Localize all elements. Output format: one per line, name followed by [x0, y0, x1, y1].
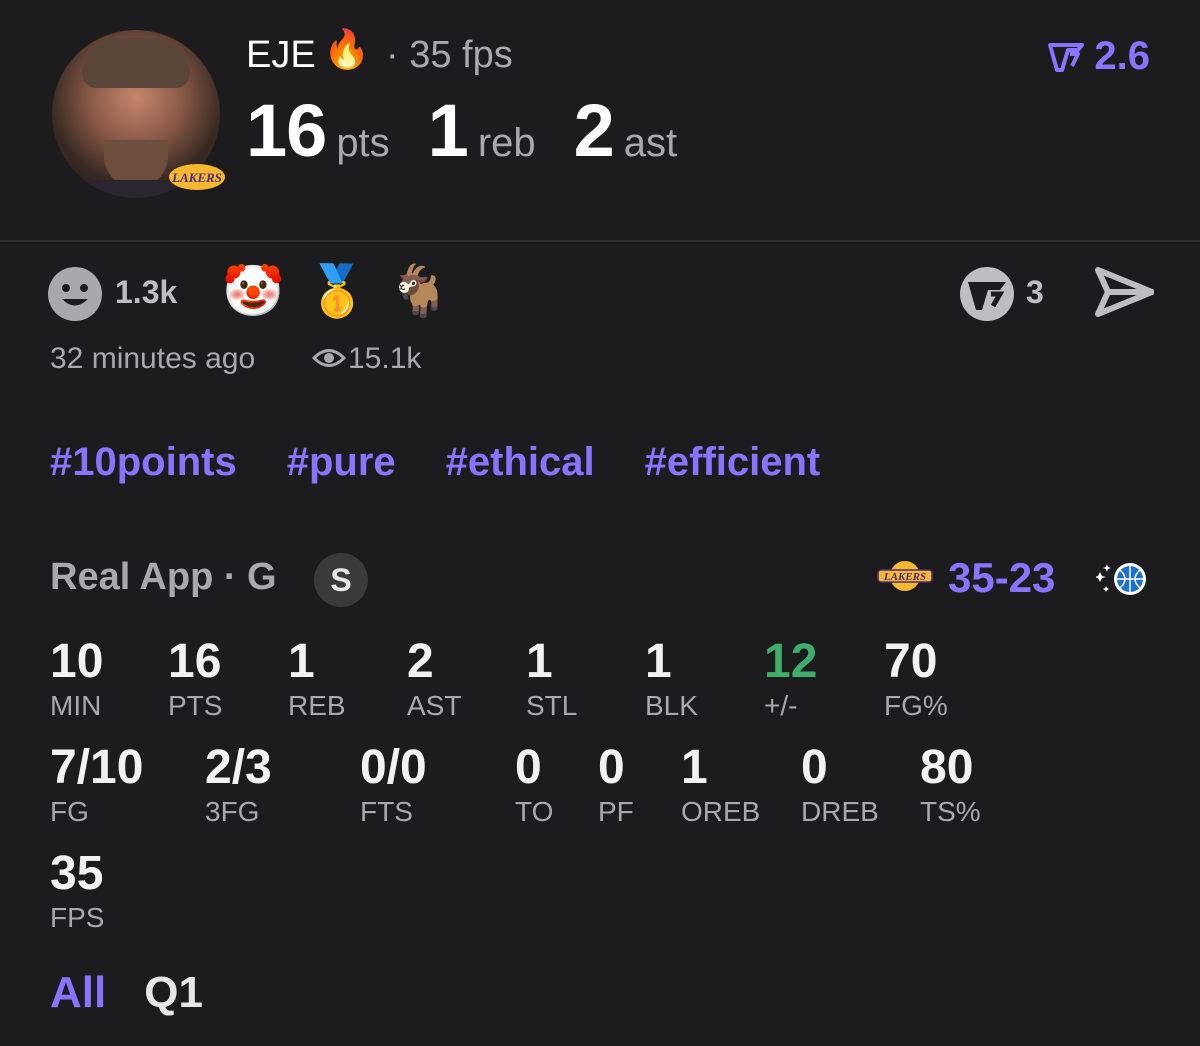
headline-pts-value: 16: [246, 89, 327, 172]
stat-to: 0 TO: [515, 741, 554, 827]
stat-reb: 1 REB: [288, 635, 346, 721]
post-time: 32 minutes ago: [50, 342, 256, 375]
shield-count: 3: [1026, 274, 1044, 310]
stat-fg-pct: 70 FG%: [884, 635, 948, 721]
clown-emoji-icon[interactable]: 🤡: [222, 262, 284, 321]
tab-all[interactable]: All: [50, 968, 106, 1018]
hashtag-list: #10points #pure #ethical #efficient: [50, 440, 820, 485]
stat-fts: 0/0 FTS: [360, 741, 427, 827]
v-shield-icon[interactable]: [958, 266, 1016, 322]
hashtag[interactable]: #10points: [50, 440, 237, 485]
stat-min: 10 MIN: [50, 635, 104, 721]
svg-text:LAKERS: LAKERS: [171, 170, 222, 185]
stat-plus-minus: 12 +/-: [764, 635, 818, 721]
divider: [0, 240, 1200, 242]
stat-fg: 7/10 FG: [50, 741, 144, 827]
rating-badge[interactable]: 2.6: [1048, 34, 1150, 79]
period-tabs: All Q1: [50, 968, 203, 1018]
stat-ts-pct: 80 TS%: [920, 741, 981, 827]
fire-emoji-icon: 🔥: [323, 29, 371, 71]
game-source: Real App · G: [50, 556, 277, 598]
stat-pf: 0 PF: [598, 741, 634, 827]
svg-text:LAKERS: LAKERS: [883, 571, 926, 583]
stat-dreb: 0 DREB: [801, 741, 879, 827]
magic-logo-icon: [1096, 563, 1146, 595]
rating-value: 2.6: [1094, 34, 1150, 78]
stat-oreb: 1 OREB: [681, 741, 761, 827]
stat-ast: 2 AST: [407, 635, 462, 721]
hashtag[interactable]: #efficient: [645, 440, 821, 485]
stat-3fg: 2/3 3FG: [205, 741, 272, 827]
stat-blk: 1 BLK: [645, 635, 698, 721]
headline-ast-unit: ast: [623, 121, 678, 165]
reaction-count: 1.3k: [115, 274, 178, 310]
eye-icon: [312, 349, 346, 367]
fps-summary: · 35 fps: [386, 34, 513, 76]
medal-emoji-icon[interactable]: 🥇: [306, 262, 368, 321]
headline-reb-unit: reb: [477, 121, 536, 165]
v-rank-icon: [1048, 42, 1085, 72]
hashtag[interactable]: #pure: [287, 440, 396, 485]
tab-q1[interactable]: Q1: [144, 968, 203, 1018]
view-count: 15.1k: [348, 342, 422, 375]
headline-stats: 16 pts 1 reb 2 ast: [246, 88, 715, 173]
headline-reb-value: 1: [427, 89, 469, 172]
game-score[interactable]: 35-23: [948, 554, 1055, 602]
smile-reaction-icon[interactable]: [47, 266, 103, 322]
stat-stl: 1 STL: [526, 635, 578, 721]
player-name[interactable]: EJE: [246, 34, 316, 77]
stat-fps: 35 FPS: [50, 847, 105, 933]
headline-ast-value: 2: [573, 89, 615, 172]
headline-pts-unit: pts: [336, 121, 390, 165]
lakers-logo-icon: LAKERS: [877, 561, 933, 591]
s-badge[interactable]: S: [314, 553, 368, 607]
lakers-badge-icon: LAKERS: [169, 164, 225, 190]
send-icon[interactable]: [1094, 266, 1154, 318]
stat-pts: 16 PTS: [168, 635, 223, 721]
hashtag[interactable]: #ethical: [446, 440, 595, 485]
goat-emoji-icon[interactable]: 🐐: [388, 262, 450, 321]
